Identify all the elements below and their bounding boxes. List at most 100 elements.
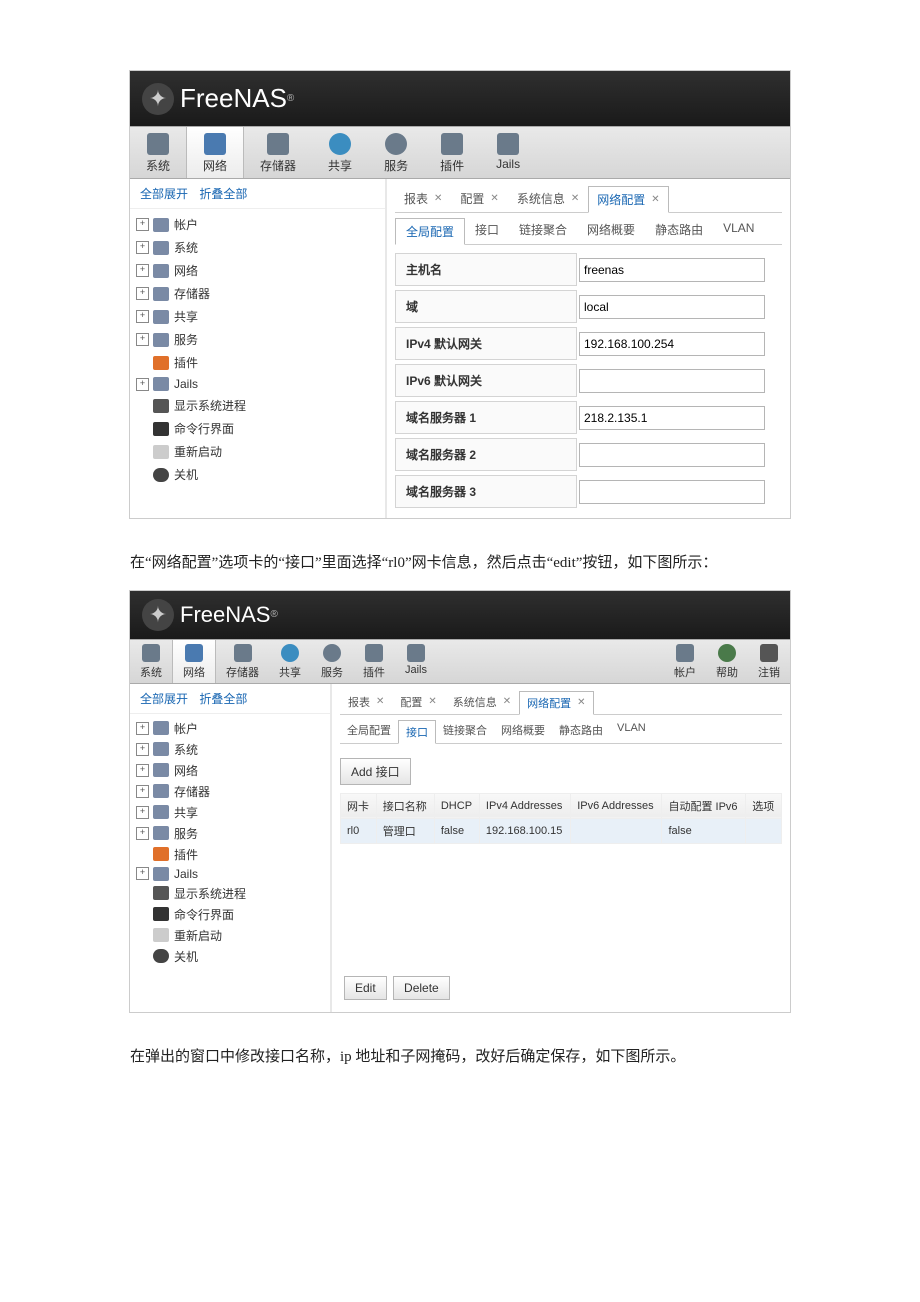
subtab-static-route[interactable]: 静态路由 (645, 217, 713, 244)
expand-all-link[interactable]: 全部展开 (140, 692, 188, 706)
close-icon[interactable]: ✕ (376, 696, 384, 707)
toolbar-item-jails[interactable]: Jails (395, 640, 437, 683)
input-ns2[interactable] (579, 443, 765, 467)
toolbar-item-system[interactable]: 系统 (130, 640, 172, 683)
input-ipv6-gw[interactable] (579, 369, 765, 393)
toolbar-item-help[interactable]: 帮助 (706, 640, 748, 683)
edit-button[interactable]: Edit (344, 976, 387, 1000)
table-row[interactable]: rl0 管理口 false 192.168.100.15 false (341, 818, 782, 843)
col-auto-ipv6[interactable]: 自动配置 IPv6 (662, 793, 746, 818)
toolbar-item-plugin[interactable]: 插件 (353, 640, 395, 683)
tree-node-jails[interactable]: +Jails (134, 865, 324, 883)
tree-node-jails[interactable]: +Jails (134, 374, 379, 394)
toolbar-item-network[interactable]: 网络 (186, 127, 244, 178)
tab-report[interactable]: 报表✕ (340, 690, 392, 714)
col-options[interactable]: 选项 (746, 793, 782, 818)
subtab-interface[interactable]: 接口 (465, 217, 509, 244)
collapse-all-link[interactable]: 折叠全部 (199, 187, 247, 201)
toolbar-item-storage[interactable]: 存储器 (244, 127, 312, 178)
subtab-summary[interactable]: 网络概要 (577, 217, 645, 244)
expand-all-link[interactable]: 全部展开 (140, 187, 188, 201)
subtab-vlan[interactable]: VLAN (713, 217, 764, 244)
subtab-lagg[interactable]: 链接聚合 (509, 217, 577, 244)
expand-icon[interactable]: + (136, 378, 149, 391)
close-icon[interactable]: ✕ (434, 193, 442, 204)
subtab-global[interactable]: 全局配置 (395, 218, 465, 245)
toolbar-item-system[interactable]: 系统 (130, 127, 186, 178)
close-icon[interactable]: ✕ (503, 696, 511, 707)
tree-node-system[interactable]: +系统 (134, 739, 324, 760)
close-icon[interactable]: ✕ (490, 193, 498, 204)
col-nic[interactable]: 网卡 (341, 793, 377, 818)
add-interface-button[interactable]: Add 接口 (340, 758, 411, 785)
tree-node-restart[interactable]: +重新启动 (134, 440, 379, 463)
tree-node-shutdown[interactable]: +关机 (134, 946, 324, 967)
tab-sysinfo[interactable]: 系统信息✕ (508, 185, 588, 212)
toolbar-item-account[interactable]: 帐户 (664, 640, 706, 683)
tree-node-processes[interactable]: +显示系统进程 (134, 883, 324, 904)
subtab-global[interactable]: 全局配置 (340, 719, 398, 743)
toolbar-item-network[interactable]: 网络 (172, 640, 216, 683)
tree-node-share[interactable]: +共享 (134, 305, 379, 328)
tree-node-cli[interactable]: +命令行界面 (134, 904, 324, 925)
input-hostname[interactable] (579, 258, 765, 282)
table-header-row: 网卡 接口名称 DHCP IPv4 Addresses IPv6 Address… (341, 793, 782, 818)
subtab-vlan[interactable]: VLAN (610, 719, 653, 743)
tree-node-service[interactable]: +服务 (134, 328, 379, 351)
tree-node-processes[interactable]: +显示系统进程 (134, 394, 379, 417)
tree-node-network[interactable]: +网络 (134, 259, 379, 282)
close-icon[interactable]: ✕ (571, 193, 579, 204)
col-ipv4[interactable]: IPv4 Addresses (479, 793, 570, 818)
input-ns3[interactable] (579, 480, 765, 504)
screenshot-2: ✦ FreeNAS® 系统 网络 存储器 共享 服务 插件 Jails 帐户 帮… (129, 590, 791, 1013)
toolbar-item-service[interactable]: 服务 (368, 127, 424, 178)
tab-network-config[interactable]: 网络配置✕ (588, 186, 668, 213)
tree-node-cli[interactable]: +命令行界面 (134, 417, 379, 440)
toolbar-item-share[interactable]: 共享 (312, 127, 368, 178)
expand-icon[interactable]: + (136, 241, 149, 254)
toolbar-item-storage[interactable]: 存储器 (216, 640, 269, 683)
tree-node-service[interactable]: +服务 (134, 823, 324, 844)
tree-node-plugin[interactable]: +插件 (134, 844, 324, 865)
close-icon[interactable]: ✕ (577, 697, 585, 708)
tree-node-account[interactable]: +帐户 (134, 718, 324, 739)
tree-node-share[interactable]: +共享 (134, 802, 324, 823)
subtab-interface[interactable]: 接口 (398, 720, 436, 744)
collapse-all-link[interactable]: 折叠全部 (199, 692, 247, 706)
close-icon[interactable]: ✕ (651, 194, 659, 205)
input-ipv4-gw[interactable] (579, 332, 765, 356)
toolbar-item-plugin[interactable]: 插件 (424, 127, 480, 178)
tree-node-account[interactable]: +帐户 (134, 213, 379, 236)
input-ns1[interactable] (579, 406, 765, 430)
col-dhcp[interactable]: DHCP (434, 793, 479, 818)
toolbar-item-jails[interactable]: Jails (480, 127, 536, 178)
subtab-lagg[interactable]: 链接聚合 (436, 719, 494, 743)
tab-report[interactable]: 报表✕ (395, 185, 451, 212)
tree-node-shutdown[interactable]: +关机 (134, 463, 379, 486)
tree-node-storage[interactable]: +存储器 (134, 282, 379, 305)
tree-node-storage[interactable]: +存储器 (134, 781, 324, 802)
tree-node-system[interactable]: +系统 (134, 236, 379, 259)
close-icon[interactable]: ✕ (428, 696, 436, 707)
tab-network-config[interactable]: 网络配置✕ (519, 691, 593, 715)
tree-node-restart[interactable]: +重新启动 (134, 925, 324, 946)
expand-icon[interactable]: + (136, 333, 149, 346)
input-domain[interactable] (579, 295, 765, 319)
expand-icon[interactable]: + (136, 287, 149, 300)
toolbar-item-share[interactable]: 共享 (269, 640, 311, 683)
tree-node-plugin[interactable]: +插件 (134, 351, 379, 374)
subtab-summary[interactable]: 网络概要 (494, 719, 552, 743)
tab-config[interactable]: 配置✕ (392, 690, 444, 714)
subtab-static-route[interactable]: 静态路由 (552, 719, 610, 743)
tab-config[interactable]: 配置✕ (451, 185, 507, 212)
expand-icon[interactable]: + (136, 264, 149, 277)
toolbar-item-service[interactable]: 服务 (311, 640, 353, 683)
col-ipv6[interactable]: IPv6 Addresses (571, 793, 662, 818)
toolbar-item-logout[interactable]: 注销 (748, 640, 790, 683)
delete-button[interactable]: Delete (393, 976, 450, 1000)
col-ifname[interactable]: 接口名称 (376, 793, 434, 818)
expand-icon[interactable]: + (136, 310, 149, 323)
tree-node-network[interactable]: +网络 (134, 760, 324, 781)
tab-sysinfo[interactable]: 系统信息✕ (445, 690, 519, 714)
expand-icon[interactable]: + (136, 218, 149, 231)
